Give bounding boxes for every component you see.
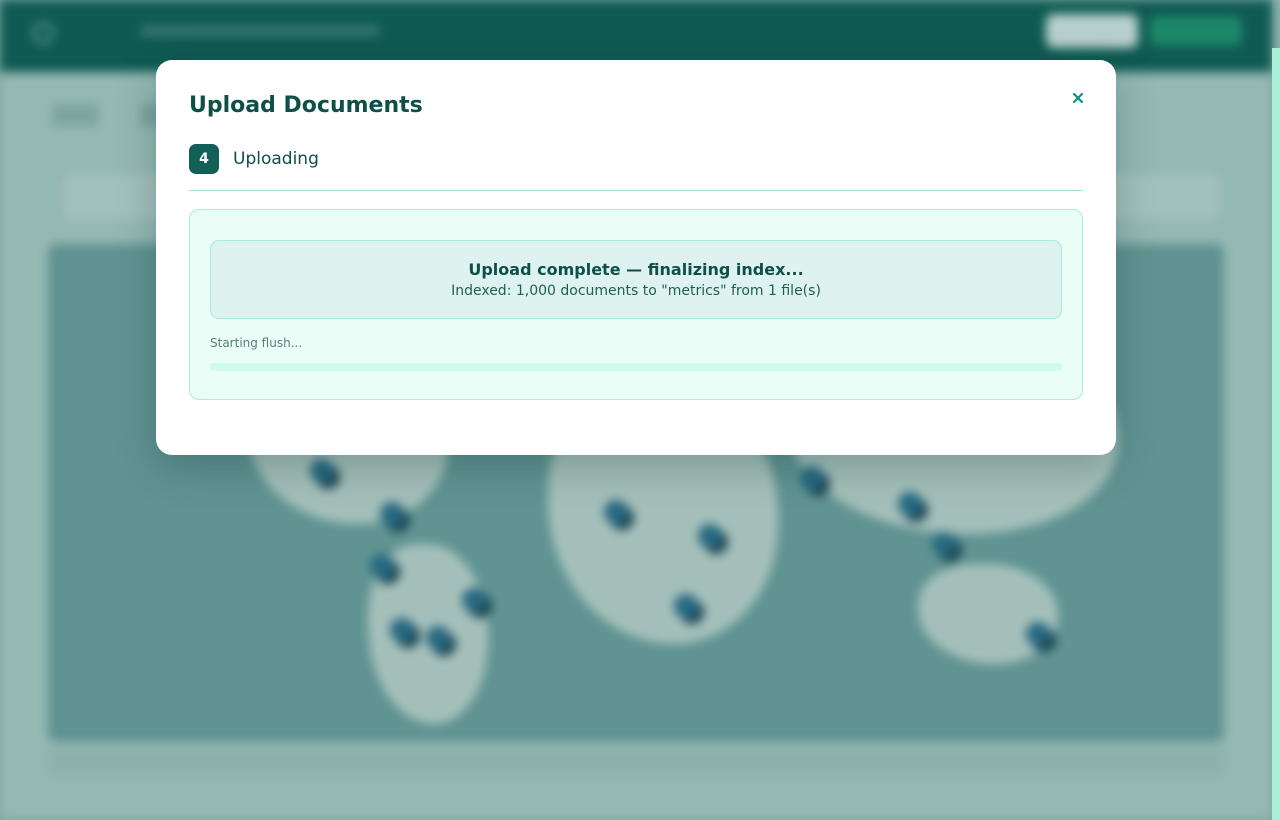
status-detail: Indexed: 1,000 documents to "metrics" fr… <box>451 283 821 299</box>
close-button[interactable] <box>1068 88 1088 108</box>
close-icon <box>1072 92 1084 104</box>
step-number-badge: 4 <box>189 144 219 174</box>
upload-documents-modal: Upload Documents 4 Uploading Upload comp… <box>156 60 1116 455</box>
header-divider <box>189 190 1083 191</box>
modal-title: Upload Documents <box>189 93 423 118</box>
progress-bar <box>210 363 1062 371</box>
upload-status-panel: Upload complete — finalizing index... In… <box>189 209 1083 400</box>
step-label: Uploading <box>233 149 319 169</box>
step-indicator: 4 Uploading <box>189 144 319 174</box>
status-title: Upload complete — finalizing index... <box>468 260 804 279</box>
progress-status-text: Starting flush... <box>210 336 303 350</box>
upload-status-box: Upload complete — finalizing index... In… <box>210 240 1062 319</box>
page-scrollbar[interactable] <box>1272 48 1280 820</box>
